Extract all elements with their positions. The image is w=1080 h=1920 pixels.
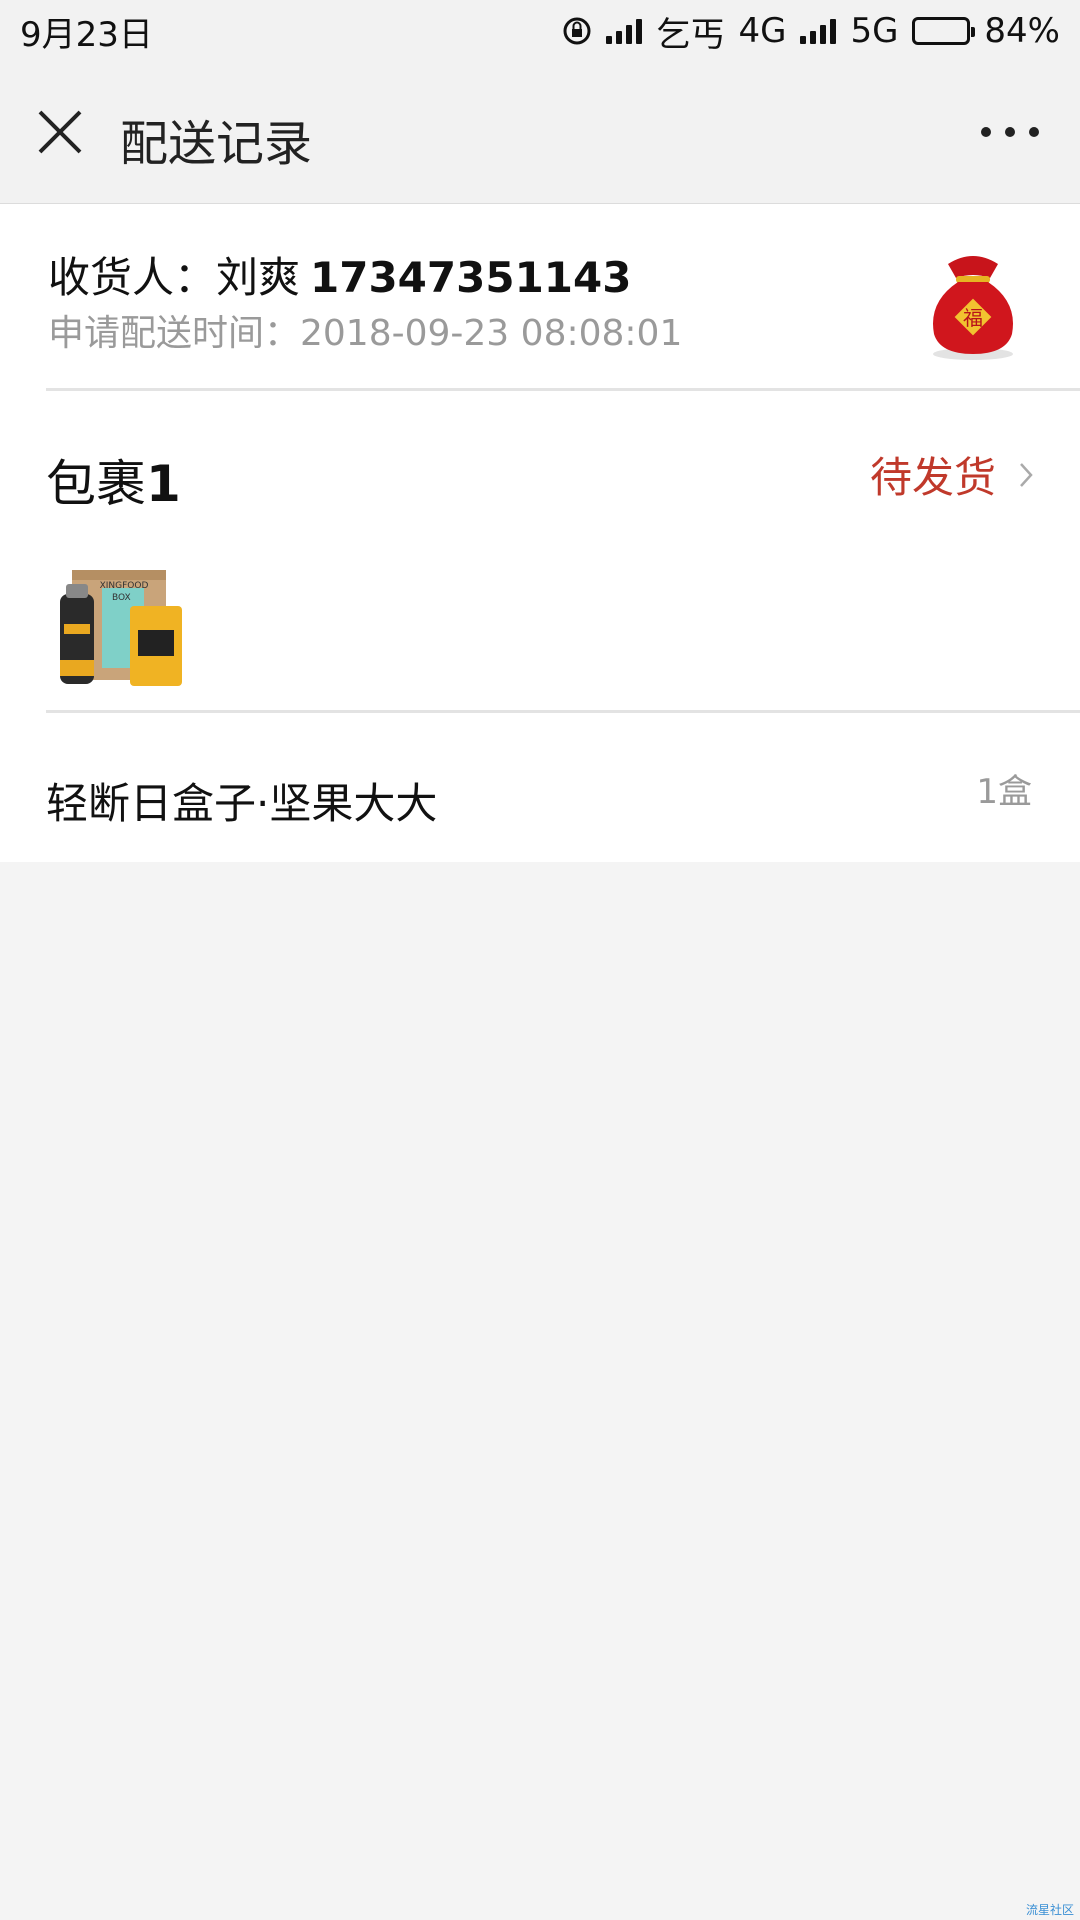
- signal-icon-2: [800, 18, 837, 44]
- nav-bar: 配送记录: [0, 62, 1080, 204]
- battery-icon: [912, 17, 976, 45]
- rotation-lock-icon: [563, 17, 591, 45]
- item-name: 轻断日盒子·坚果大大: [46, 779, 438, 828]
- product-image[interactable]: XINGFOOD BOX: [52, 564, 184, 692]
- delivery-card: 收货人：刘爽 17347351143 申请配送时间：2018-09-23 08:0…: [0, 204, 1080, 862]
- close-icon[interactable]: [28, 100, 92, 164]
- item-quantity: 1盒: [976, 772, 1032, 812]
- chevron-right-icon: [1020, 462, 1033, 487]
- status-indicators: 乞丐 4G 5G 84%: [562, 7, 1060, 56]
- more-options-icon[interactable]: [970, 100, 1050, 164]
- page-title: 配送记录: [120, 116, 313, 172]
- watermark-text: 流星社区: [1025, 1903, 1074, 1917]
- lucky-bag-icon: 福: [933, 256, 1013, 360]
- network-5g-text: 5G: [850, 11, 899, 51]
- apply-time: 申请配送时间：2018-09-23 08:08:01: [48, 313, 683, 354]
- box-label-line1: XINGFOOD: [100, 581, 149, 591]
- status-bar: 9月23日 乞丐 4G 5G 84%: [0, 0, 1080, 62]
- status-time: 9月23日: [20, 14, 153, 55]
- package-number: 1: [146, 455, 181, 513]
- carrier-text: 乞丐: [656, 14, 725, 55]
- receiver-info: 收货人：刘爽 17347351143: [48, 244, 631, 305]
- svg-text:福: 福: [963, 306, 983, 330]
- receiver-phone: 17347351143: [310, 253, 632, 302]
- package-status: 待发货: [869, 453, 996, 502]
- signal-icon: [606, 18, 643, 44]
- package-status-link[interactable]: 待发货: [870, 444, 1034, 505]
- divider: [46, 388, 1080, 391]
- network-4g-text: 4G: [738, 11, 787, 51]
- package-title-prefix: 包裹: [46, 455, 146, 513]
- box-label-line2: BOX: [112, 593, 131, 603]
- package-title: 包裹1: [46, 444, 181, 516]
- battery-percent: 84%: [984, 11, 1060, 51]
- divider: [46, 710, 1080, 713]
- receiver-name: 收货人：刘爽: [48, 253, 301, 302]
